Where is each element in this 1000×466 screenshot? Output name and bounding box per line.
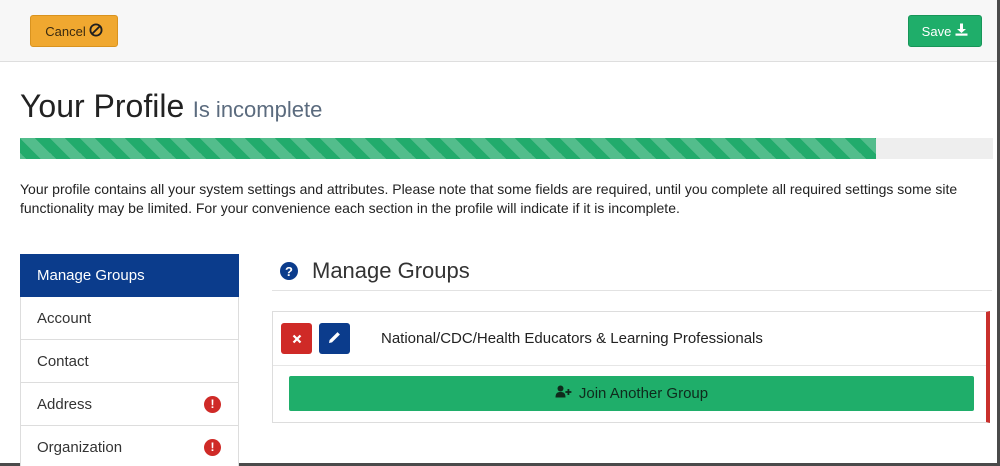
sidebar-item-label: Contact: [37, 352, 89, 370]
profile-progress-fill: [20, 138, 877, 159]
exclamation-circle-icon: !: [204, 395, 221, 413]
action-toolbar: Cancel Save: [0, 0, 997, 62]
page-title: Your Profile Is incomplete: [20, 88, 322, 125]
profile-status-text: Is incomplete: [192, 97, 323, 122]
group-row: National/CDC/Health Educators & Learning…: [273, 312, 986, 366]
section-divider: [272, 290, 992, 291]
sidebar-item-label: Organization: [37, 438, 123, 456]
pencil-icon: [328, 331, 341, 347]
group-name: National/CDC/Health Educators & Learning…: [381, 330, 763, 347]
profile-progress-bar: [20, 138, 993, 159]
cancel-button[interactable]: Cancel: [30, 15, 118, 47]
cancel-label: Cancel: [45, 23, 86, 39]
sidebar-item-contact[interactable]: Contact: [20, 340, 239, 383]
group-card: National/CDC/Health Educators & Learning…: [272, 311, 990, 423]
sidebar-item-label: Manage Groups: [37, 266, 145, 284]
download-icon: [955, 23, 968, 39]
section-title: ? Manage Groups: [280, 258, 470, 284]
edit-group-button[interactable]: [319, 323, 350, 354]
join-group-label: Join Another Group: [578, 385, 709, 402]
sidebar-item-address[interactable]: Address !: [20, 383, 239, 426]
ban-icon: [89, 23, 103, 40]
profile-sidebar: Manage Groups Account Contact Address ! …: [20, 254, 239, 466]
question-circle-icon[interactable]: ?: [280, 262, 298, 280]
section-title-text: Manage Groups: [312, 258, 470, 283]
join-group-button[interactable]: Join Another Group: [289, 376, 974, 411]
save-label: Save: [921, 23, 952, 39]
sidebar-item-label: Account: [37, 309, 92, 327]
exclamation-circle-icon: !: [204, 438, 221, 456]
sidebar-item-manage-groups[interactable]: Manage Groups: [20, 254, 239, 297]
remove-group-button[interactable]: [281, 323, 312, 354]
sidebar-item-label: Address: [37, 395, 93, 413]
sidebar-item-organization[interactable]: Organization !: [20, 426, 239, 466]
times-icon: [292, 331, 302, 347]
user-plus-icon: [555, 385, 573, 402]
save-button[interactable]: Save: [908, 15, 982, 47]
profile-intro-text: Your profile contains all your system se…: [20, 181, 958, 216]
sidebar-item-account[interactable]: Account: [20, 297, 239, 340]
page-title-text: Your Profile: [20, 88, 185, 124]
